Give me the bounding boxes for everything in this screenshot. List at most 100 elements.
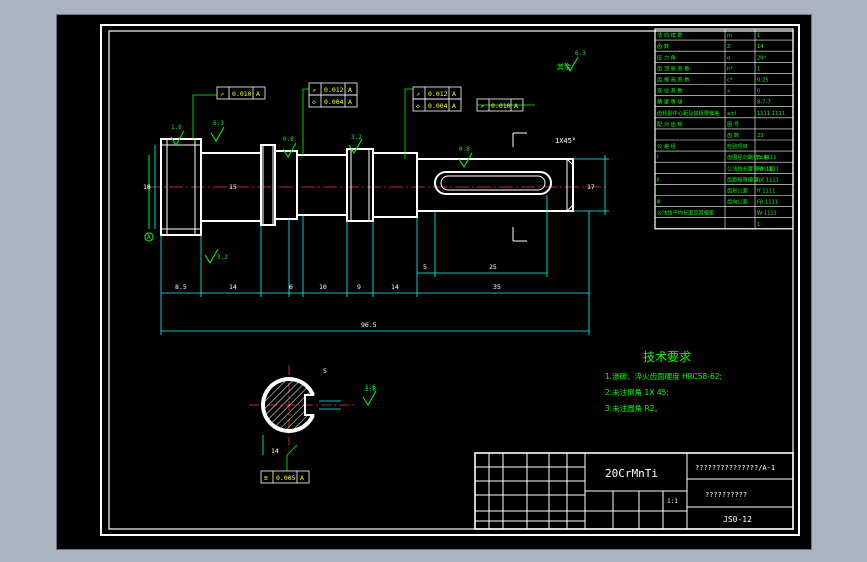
param-table-cell: h* xyxy=(727,66,733,72)
param-table-cell: 齿距极限偏差 xyxy=(727,175,758,183)
param-table-cell: 齿 数 xyxy=(657,42,670,50)
svg-text:A: A xyxy=(147,234,151,241)
param-table-cell: ff 1111 xyxy=(757,189,775,195)
company: ?????????? xyxy=(705,491,747,499)
param-table-cell: 齿 数 xyxy=(727,131,740,139)
tol-7-value: 0.005 xyxy=(276,474,296,482)
tol-7-datum: A xyxy=(300,474,304,482)
roughness-8: 6.3 xyxy=(575,50,586,57)
param-table-cell: 20° xyxy=(757,55,767,61)
param-table-cell: 精 度 等 级 xyxy=(657,98,683,106)
dimension-lines xyxy=(154,145,609,335)
param-table-cell: W 1111 xyxy=(757,211,777,217)
tol-3-datum: A xyxy=(348,98,352,106)
dim-3: 6 xyxy=(289,283,293,291)
tol-1-value: 0.010 xyxy=(232,90,252,98)
tol-5-datum: A xyxy=(452,102,456,110)
tol-5-value: 0.004 xyxy=(428,102,448,110)
param-table-cell: 齿向公差 xyxy=(727,198,748,206)
dim-dia-right: 17 xyxy=(587,183,595,191)
param-table-cell: 压 力 角 xyxy=(657,53,676,61)
shaft-segment-3 xyxy=(296,154,348,216)
param-table-cell: a±f xyxy=(727,111,737,117)
dim-total: 96.5 xyxy=(361,321,377,329)
outer-frame xyxy=(100,24,800,536)
param-table-cell: 检验项目 xyxy=(727,142,748,150)
dim-dia-left: 18 xyxy=(143,183,151,191)
drawing-name: ???????????????/A-1 xyxy=(695,464,775,472)
param-table-cell: x xyxy=(727,89,730,95)
section-dim-a: 5 xyxy=(323,367,327,375)
dim-9: 25 xyxy=(489,263,497,271)
param-table-cell: 0.25 xyxy=(757,78,769,84)
tol-2-value: 0.012 xyxy=(324,86,344,94)
tol-2-datum: A xyxy=(348,86,352,94)
shaft-key-end xyxy=(416,158,574,212)
tech-req-item-3: 3.未注圆角 R2。 xyxy=(605,403,662,413)
param-table-cell: Ⅰ xyxy=(657,155,659,161)
dim-8: 5 xyxy=(423,263,427,271)
roughness-5: 0.8 xyxy=(459,146,470,153)
tol-1-datum: A xyxy=(256,90,260,98)
tol-6-value: 0.010 xyxy=(491,102,511,110)
dim-chamfer: 1X45° xyxy=(555,137,576,145)
param-table-cell: 齿 根 高 系 数 xyxy=(657,76,690,84)
param-table-cell: 23 xyxy=(757,133,764,139)
tol-5-symbol: ◇ xyxy=(416,102,420,110)
tol-2-symbol: ↗ xyxy=(312,86,316,94)
tol-3-symbol: ◇ xyxy=(312,98,316,106)
param-table-cell: 图 号 xyxy=(727,121,739,128)
shaft-segment-5 xyxy=(372,152,418,218)
inner-frame xyxy=(108,30,794,530)
tol-4-datum: A xyxy=(452,90,456,98)
dim-1: 8.5 xyxy=(175,283,187,291)
param-table-cell: 法 向 模 数 xyxy=(657,31,684,39)
tol-6-datum: A xyxy=(514,102,518,110)
param-table-cell: 1111 1111 xyxy=(757,111,785,117)
roughness-6: 3.2 xyxy=(217,254,228,261)
roughness-2: 6.3 xyxy=(213,120,224,127)
param-table-cell: 1 xyxy=(757,222,760,228)
param-table-cell: 0 xyxy=(757,89,760,95)
leader-lines xyxy=(192,88,535,471)
cad-drawing: A 8.5 14 6 10 9 14 35 5 25 96.5 18 15 17 xyxy=(100,24,800,536)
param-table-cell: Z xyxy=(727,44,731,50)
tolerance-frames xyxy=(216,82,524,484)
param-table-cell: 公 差 组 xyxy=(657,142,676,150)
param-table-cell: α xyxy=(727,55,731,61)
tol-1-symbol: ↗ xyxy=(220,90,224,98)
roughness-3: 0.8 xyxy=(283,136,294,143)
cross-section-view: 5 14 1.6 xyxy=(249,365,376,455)
dim-dia-mid: 15 xyxy=(229,183,237,191)
section-dim-b: 14 xyxy=(271,447,279,455)
param-table-cell: 变 位 系 数 xyxy=(657,87,684,95)
param-table-cell: 公法线平均长度及其偏差 xyxy=(657,209,714,217)
param-table-cell: Fr 1111 xyxy=(757,155,777,161)
dim-6: 14 xyxy=(391,283,399,291)
tech-requirements: 技术要求 1.渗碳、淬火齿面硬度 HRC58-62; 2.未注倒角 1X 45;… xyxy=(605,350,722,413)
tol-6-symbol: ↗ xyxy=(480,102,484,110)
param-table-cell: 1 xyxy=(757,66,760,72)
param-table-cell: 齿轮副中心距及其极限偏差 xyxy=(657,109,719,117)
datum-a-marker: A xyxy=(144,155,154,242)
param-table-cell: 8-7-7 xyxy=(757,100,771,106)
tol-4-value: 0.012 xyxy=(428,90,448,98)
tol-4-symbol: ↗ xyxy=(416,90,420,98)
param-table-cell: 齿 顶 高 系 数 xyxy=(657,64,690,72)
section-roughness: 1.6 xyxy=(365,386,376,393)
roughness-other: 其余 xyxy=(557,62,571,71)
param-table-cell: fpt 1111 xyxy=(757,177,779,183)
roughness-4: 3.2 xyxy=(351,134,362,141)
param-table-cell: 齿形公差 xyxy=(727,187,748,195)
param-table-cell: m xyxy=(727,33,732,39)
param-table-cell: Fβ 1111 xyxy=(757,200,778,206)
title-block-texts: 20CrMnTi ???????????????/A-1 ?????????? … xyxy=(605,464,775,524)
dim-4: 10 xyxy=(319,283,327,291)
dim-7: 35 xyxy=(493,283,501,291)
tech-requirements-title: 技术要求 xyxy=(643,350,691,364)
roughness-1: 1.6 xyxy=(171,124,182,131)
param-table-cell: Fw 1111 xyxy=(757,166,779,172)
param-table-cell: 14 xyxy=(757,44,764,50)
param-table-cell: c* xyxy=(727,78,733,84)
scale: 1:1 xyxy=(667,498,678,505)
